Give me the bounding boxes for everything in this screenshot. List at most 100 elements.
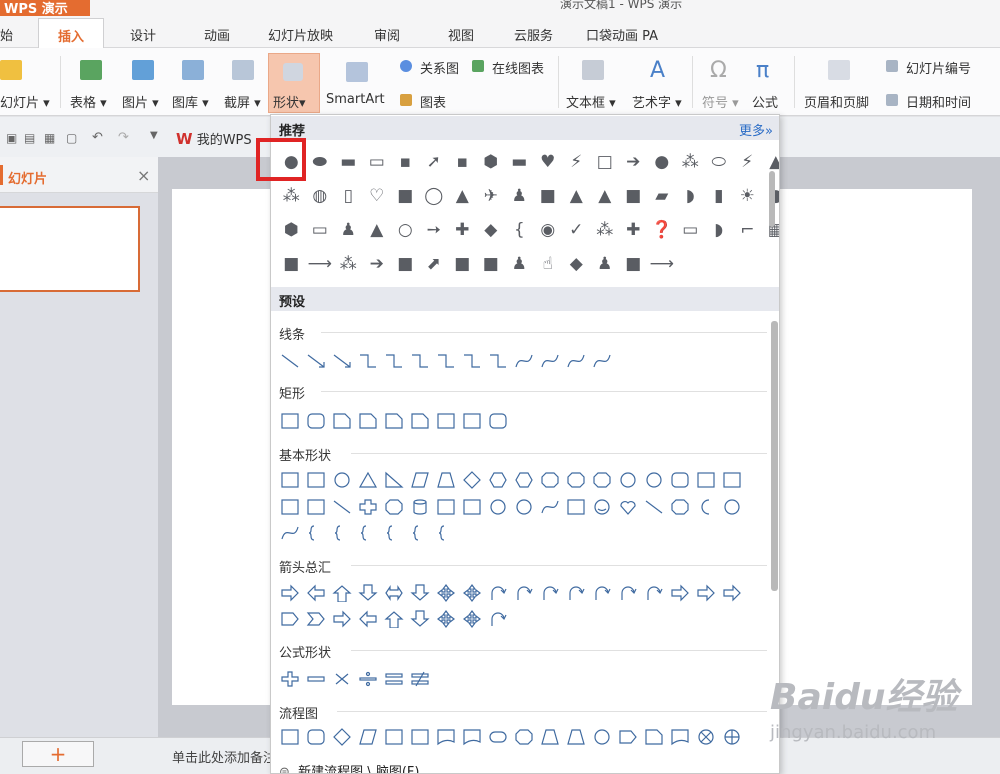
- recommended-shape-icon[interactable]: ◆: [562, 247, 591, 281]
- basic-shape-icon[interactable]: [485, 468, 511, 492]
- line-shape-icon[interactable]: [381, 349, 407, 373]
- rect-shape-icon[interactable]: [277, 409, 303, 433]
- recommended-shape-icon[interactable]: ■: [391, 179, 420, 213]
- recommended-shape-icon[interactable]: ⬈: [420, 247, 449, 281]
- basic-shape-icon[interactable]: [407, 468, 433, 492]
- chart-button[interactable]: 图表: [420, 92, 446, 111]
- rect-shape-icon[interactable]: [381, 409, 407, 433]
- formula-shape-icon[interactable]: [329, 667, 355, 691]
- textbox-button[interactable]: 文本框 ▾: [566, 92, 616, 111]
- basic-shape-icon[interactable]: [667, 468, 693, 492]
- recommended-shape-icon[interactable]: ✓: [562, 213, 591, 247]
- recommended-shape-icon[interactable]: ■: [534, 179, 563, 213]
- redo-icon[interactable]: ↷: [118, 130, 129, 145]
- recommended-shape-icon[interactable]: ⟶: [648, 247, 677, 281]
- recommended-shape-icon[interactable]: ■: [477, 247, 506, 281]
- recommended-shape-icon[interactable]: ▭: [363, 145, 392, 179]
- flowchart-shape-icon[interactable]: [719, 725, 745, 749]
- recommended-shape-icon[interactable]: ⚡: [733, 145, 762, 179]
- line-shape-icon[interactable]: [407, 349, 433, 373]
- arrow-shape-icon[interactable]: [329, 581, 355, 605]
- line-shape-icon[interactable]: [355, 349, 381, 373]
- rect-shape-icon[interactable]: [485, 409, 511, 433]
- basic-shape-icon[interactable]: [433, 521, 459, 545]
- arrow-shape-icon[interactable]: [433, 607, 459, 631]
- recommended-shape-icon[interactable]: ◍: [306, 179, 335, 213]
- recommended-shape-icon[interactable]: ☝: [534, 247, 563, 281]
- tab-design[interactable]: 设计: [130, 25, 156, 44]
- arrow-shape-icon[interactable]: [355, 581, 381, 605]
- formula-shape-icon[interactable]: [277, 667, 303, 691]
- recommended-shape-icon[interactable]: ♟: [505, 247, 534, 281]
- line-shape-icon[interactable]: [329, 349, 355, 373]
- smartart-button[interactable]: SmartArt: [326, 92, 385, 107]
- basic-shape-icon[interactable]: [407, 495, 433, 519]
- arrow-shape-icon[interactable]: [277, 581, 303, 605]
- recommended-shape-icon[interactable]: ▲: [363, 213, 392, 247]
- basic-shape-icon[interactable]: [537, 468, 563, 492]
- close-icon[interactable]: ×: [137, 166, 150, 185]
- recommended-shape-icon[interactable]: ⟶: [306, 247, 335, 281]
- recommended-shape-icon[interactable]: ✚: [448, 213, 477, 247]
- recommended-shape-icon[interactable]: ▬: [505, 145, 534, 179]
- basic-shape-icon[interactable]: [329, 521, 355, 545]
- flowchart-shape-icon[interactable]: [511, 725, 537, 749]
- basic-shape-icon[interactable]: [641, 468, 667, 492]
- recommended-shape-icon[interactable]: ▮: [705, 179, 734, 213]
- recommended-shape-icon[interactable]: ➔: [363, 247, 392, 281]
- recommended-shape-icon[interactable]: ⁂: [676, 145, 705, 179]
- save-icon[interactable]: ▣: [6, 131, 17, 145]
- recommended-shape-icon[interactable]: ■: [619, 179, 648, 213]
- arrow-shape-icon[interactable]: [433, 581, 459, 605]
- recommended-shape-icon[interactable]: ▯: [334, 179, 363, 213]
- rect-shape-icon[interactable]: [407, 409, 433, 433]
- symbol-button[interactable]: 符号 ▾: [702, 92, 739, 111]
- rect-shape-icon[interactable]: [459, 409, 485, 433]
- customize-arrow-icon[interactable]: ▼: [150, 130, 158, 141]
- tab-view[interactable]: 视图: [448, 25, 474, 44]
- recommended-shape-icon[interactable]: ⬢: [477, 145, 506, 179]
- recommended-shape-icon[interactable]: ☀: [733, 179, 762, 213]
- recommended-shape-icon[interactable]: ♟: [591, 247, 620, 281]
- header-footer-button[interactable]: 页眉和页脚: [804, 92, 869, 111]
- picture-button[interactable]: 图片 ▾: [122, 92, 159, 111]
- flowchart-shape-icon[interactable]: [459, 725, 485, 749]
- tab-pocket-animation[interactable]: 口袋动画 PA: [586, 25, 658, 44]
- basic-shape-icon[interactable]: [303, 521, 329, 545]
- arrow-shape-icon[interactable]: [693, 581, 719, 605]
- basic-shape-icon[interactable]: [277, 468, 303, 492]
- flowchart-shape-icon[interactable]: [303, 725, 329, 749]
- recommended-shape-icon[interactable]: ⚡: [562, 145, 591, 179]
- flowchart-shape-icon[interactable]: [693, 725, 719, 749]
- recommended-shape-icon[interactable]: ▲: [562, 179, 591, 213]
- recommended-scrollbar[interactable]: [769, 171, 775, 227]
- new-flowchart-link[interactable]: ⊜ 新建流程图 \ 脑图(F): [279, 761, 419, 773]
- basic-shape-icon[interactable]: [381, 521, 407, 545]
- arrow-shape-icon[interactable]: [459, 607, 485, 631]
- basic-shape-icon[interactable]: [511, 468, 537, 492]
- flowchart-shape-icon[interactable]: [589, 725, 615, 749]
- basic-shape-icon[interactable]: [485, 495, 511, 519]
- arrow-shape-icon[interactable]: [615, 581, 641, 605]
- recommended-shape-icon[interactable]: ◗: [676, 179, 705, 213]
- flowchart-shape-icon[interactable]: [563, 725, 589, 749]
- line-shape-icon[interactable]: [433, 349, 459, 373]
- rect-shape-icon[interactable]: [329, 409, 355, 433]
- online-chart-button[interactable]: 在线图表: [492, 58, 544, 77]
- basic-shape-icon[interactable]: [693, 468, 719, 492]
- tab-slideshow[interactable]: 幻灯片放映: [268, 25, 333, 44]
- line-shape-icon[interactable]: [459, 349, 485, 373]
- arrow-shape-icon[interactable]: [641, 581, 667, 605]
- recommended-shape-icon[interactable]: ▰: [648, 179, 677, 213]
- basic-shape-icon[interactable]: [407, 521, 433, 545]
- recommended-shape-icon[interactable]: ■: [277, 247, 306, 281]
- basic-shape-icon[interactable]: [433, 495, 459, 519]
- flowchart-shape-icon[interactable]: [485, 725, 511, 749]
- formula-shape-icon[interactable]: [303, 667, 329, 691]
- recommended-shape-icon[interactable]: ◗: [705, 213, 734, 247]
- flowchart-shape-icon[interactable]: [407, 725, 433, 749]
- tab-cloud[interactable]: 云服务: [514, 25, 553, 44]
- line-shape-icon[interactable]: [589, 349, 615, 373]
- basic-shape-icon[interactable]: [615, 495, 641, 519]
- arrow-shape-icon[interactable]: [589, 581, 615, 605]
